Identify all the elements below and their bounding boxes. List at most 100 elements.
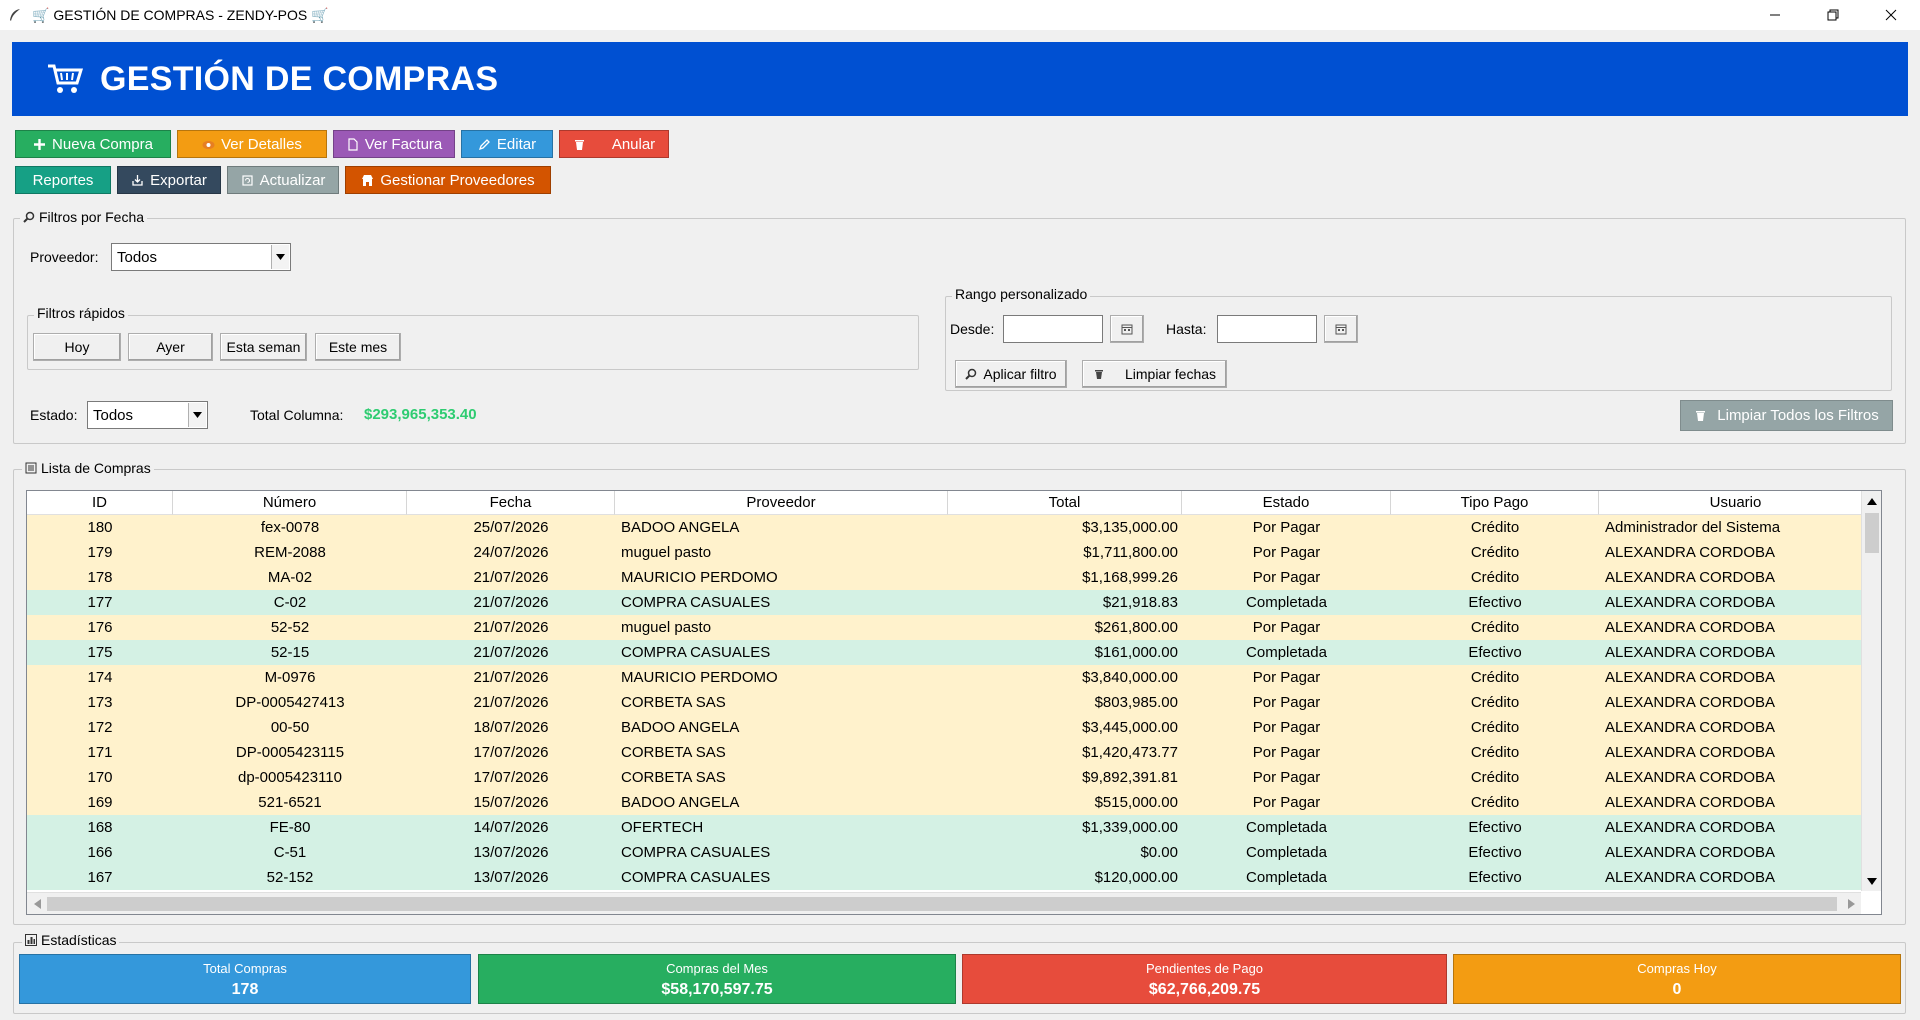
cell-tipo-pago: Efectivo bbox=[1468, 844, 1522, 861]
cell-tipo-pago: Efectivo bbox=[1468, 644, 1522, 661]
column-header-numero[interactable]: Número bbox=[173, 491, 407, 515]
minimize-button[interactable] bbox=[1746, 0, 1804, 30]
restore-button[interactable] bbox=[1804, 0, 1862, 30]
ver-factura-button[interactable]: Ver Factura bbox=[333, 130, 455, 158]
reportes-label: Reportes bbox=[32, 171, 94, 189]
restore-icon bbox=[1827, 9, 1839, 21]
cell-total: $3,445,000.00 bbox=[1082, 719, 1178, 736]
ayer-button[interactable]: Ayer bbox=[128, 333, 213, 361]
table-row[interactable]: 179 REM-2088 24/07/2026 muguel pasto $1,711,… bbox=[27, 540, 1873, 565]
horizontal-scroll-thumb[interactable] bbox=[47, 897, 1837, 911]
table-row[interactable]: 172 00-50 18/07/2026 BADOO ANGELA $3,445,000… bbox=[27, 715, 1873, 740]
limpiar-fechas-button[interactable]: Limpiar fechas bbox=[1082, 360, 1227, 388]
table-row[interactable]: 168 FE-80 14/07/2026 OFERTECH $1,339,000.00 C… bbox=[27, 815, 1873, 840]
list-icon bbox=[25, 462, 37, 474]
feather-icon bbox=[10, 9, 20, 21]
cell-numero: C-51 bbox=[273, 844, 307, 861]
column-header-total[interactable]: Total bbox=[948, 491, 1182, 515]
aplicar-filtro-button[interactable]: Aplicar filtro bbox=[955, 360, 1067, 388]
hasta-input[interactable] bbox=[1217, 315, 1317, 343]
ver-detalles-button[interactable]: Ver Detalles bbox=[177, 130, 327, 158]
table-row[interactable]: 170 dp-0005423110 17/07/2026 CORBETA SAS $9,… bbox=[27, 765, 1873, 790]
store-icon bbox=[362, 174, 374, 186]
chevron-down-icon[interactable] bbox=[271, 245, 289, 269]
exportar-button[interactable]: Exportar bbox=[117, 166, 221, 194]
cell-estado: Por Pagar bbox=[1252, 619, 1321, 636]
estado-select[interactable]: Todos bbox=[87, 401, 208, 429]
column-header-proveedor-label: Proveedor bbox=[746, 494, 816, 511]
gestionar-proveedores-button[interactable]: Gestionar Proveedores bbox=[345, 166, 551, 194]
column-header-usuario[interactable]: Usuario bbox=[1599, 491, 1873, 515]
window-title: 🛒 GESTIÓN DE COMPRAS - ZENDY-POS 🛒 bbox=[32, 6, 329, 23]
vertical-scrollbar[interactable] bbox=[1861, 491, 1881, 891]
scroll-right-icon[interactable] bbox=[1841, 893, 1861, 915]
table-row[interactable]: 166 C-51 13/07/2026 COMPRA CASUALES $0.00 Com… bbox=[27, 840, 1873, 865]
cell-fecha: 13/07/2026 bbox=[473, 869, 549, 886]
cell-fecha: 18/07/2026 bbox=[473, 719, 549, 736]
column-header-id[interactable]: ID bbox=[27, 491, 173, 515]
ayer-label: Ayer bbox=[156, 339, 185, 355]
cell-total: $3,840,000.00 bbox=[1082, 669, 1178, 686]
desde-calendar-button[interactable] bbox=[1110, 315, 1144, 343]
hoy-button[interactable]: Hoy bbox=[33, 333, 121, 361]
stat-card-pendientes-pago: Pendientes de Pago $62,766,209.75 bbox=[962, 954, 1447, 1004]
table-row[interactable]: 173 DP-0005427413 21/07/2026 CORBETA SAS $80… bbox=[27, 690, 1873, 715]
stat-value: $62,766,209.75 bbox=[1148, 981, 1261, 998]
cell-numero: REM-2088 bbox=[254, 544, 326, 561]
cell-id: 166 bbox=[87, 844, 113, 861]
cell-fecha: 15/07/2026 bbox=[473, 794, 549, 811]
cell-fecha: 25/07/2026 bbox=[473, 519, 549, 536]
cell-estado: Completada bbox=[1246, 844, 1327, 861]
column-header-estado[interactable]: Estado bbox=[1182, 491, 1391, 515]
table-row[interactable]: 178 MA-02 21/07/2026 MAURICIO PERDOMO $1,168… bbox=[27, 565, 1873, 590]
editar-button[interactable]: Editar bbox=[461, 130, 553, 158]
cell-numero: 52-52 bbox=[270, 619, 310, 636]
column-header-proveedor[interactable]: Proveedor bbox=[615, 491, 948, 515]
chevron-down-icon[interactable] bbox=[188, 403, 206, 427]
desde-input[interactable] bbox=[1003, 315, 1103, 343]
stat-title: Compras Hoy bbox=[1637, 961, 1717, 976]
esta-semana-button[interactable]: Esta seman bbox=[220, 333, 307, 361]
anular-button[interactable]: Anular bbox=[559, 130, 669, 158]
anular-label: Anular bbox=[611, 135, 656, 153]
custom-range-legend-text: Rango personalizado bbox=[955, 286, 1088, 302]
scroll-left-icon[interactable] bbox=[27, 893, 47, 915]
actualizar-button[interactable]: Actualizar bbox=[227, 166, 339, 194]
nueva-compra-button[interactable]: Nueva Compra bbox=[15, 130, 171, 158]
reportes-button[interactable]: Reportes bbox=[15, 166, 111, 194]
vertical-scroll-thumb[interactable] bbox=[1865, 513, 1879, 553]
hoy-label: Hoy bbox=[64, 339, 90, 355]
hasta-calendar-button[interactable] bbox=[1324, 315, 1358, 343]
scroll-up-icon[interactable] bbox=[1862, 491, 1881, 511]
table-row[interactable]: 180 fex-0078 25/07/2026 BADOO ANGELA $3,135,… bbox=[27, 515, 1873, 540]
trash-icon bbox=[574, 139, 584, 150]
toolbar-row-secondary: Reportes Exportar Actualizar Gestionar P… bbox=[15, 166, 551, 194]
cell-usuario: ALEXANDRA CORDOBA bbox=[1605, 869, 1776, 886]
table-row[interactable]: 174 M-0976 21/07/2026 MAURICIO PERDOMO $3,84… bbox=[27, 665, 1873, 690]
cell-proveedor: CORBETA SAS bbox=[621, 769, 726, 786]
table-row[interactable]: 169 521-6521 15/07/2026 BADOO ANGELA $515,00… bbox=[27, 790, 1873, 815]
limpiar-todos-filtros-label: Limpiar Todos los Filtros bbox=[1717, 407, 1879, 424]
column-header-fecha[interactable]: Fecha bbox=[407, 491, 615, 515]
table-row[interactable]: 175 52-15 21/07/2026 COMPRA CASUALES $161,00… bbox=[27, 640, 1873, 665]
column-header-estado-label: Estado bbox=[1262, 494, 1310, 511]
scroll-down-icon[interactable] bbox=[1862, 871, 1882, 891]
stat-card-compras-hoy: Compras Hoy 0 bbox=[1453, 954, 1901, 1004]
table-row[interactable]: 171 DP-0005423115 17/07/2026 CORBETA SAS $1,… bbox=[27, 740, 1873, 765]
table-row[interactable]: 176 52-52 21/07/2026 muguel pasto $261,800.0… bbox=[27, 615, 1873, 640]
cell-numero: DP-0005423115 bbox=[235, 744, 345, 761]
close-button[interactable] bbox=[1862, 0, 1920, 30]
purchases-table[interactable]: ID Número Fecha Proveedor Total Estado T… bbox=[26, 490, 1882, 915]
proveedor-select[interactable]: Todos bbox=[111, 243, 291, 271]
column-header-tipo-pago[interactable]: Tipo Pago bbox=[1391, 491, 1599, 515]
horizontal-scrollbar[interactable] bbox=[27, 892, 1861, 914]
cell-estado: Por Pagar bbox=[1252, 569, 1321, 586]
limpiar-todos-filtros-button[interactable]: Limpiar Todos los Filtros bbox=[1680, 400, 1893, 431]
table-row[interactable]: 167 52-152 13/07/2026 COMPRA CASUALES $120,0… bbox=[27, 865, 1873, 890]
table-row[interactable]: 177 C-02 21/07/2026 COMPRA CASUALES $21,918.… bbox=[27, 590, 1873, 615]
custom-range-legend: Rango personalizado bbox=[952, 286, 1091, 302]
cell-total: $1,711,800.00 bbox=[1083, 544, 1178, 561]
ver-detalles-label: Ver Detalles bbox=[221, 135, 302, 153]
hasta-label: Hasta: bbox=[1166, 321, 1207, 337]
este-mes-button[interactable]: Este mes bbox=[315, 333, 401, 361]
